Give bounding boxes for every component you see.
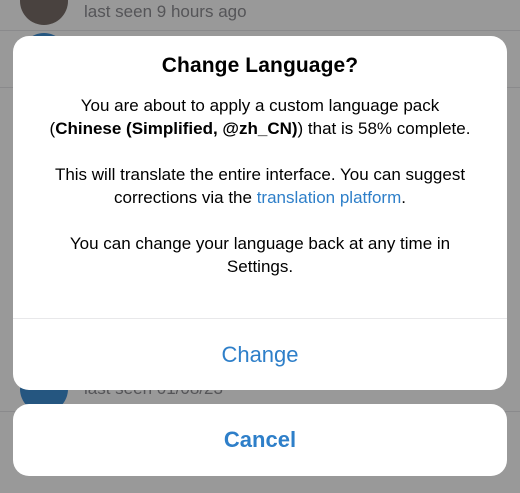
alert-message: You are about to apply a custom language… bbox=[43, 94, 477, 278]
message-text: ) that is 58% complete. bbox=[297, 119, 471, 138]
alert-message-paragraph: You can change your language back at any… bbox=[69, 234, 451, 276]
cancel-button[interactable]: Cancel bbox=[13, 404, 507, 476]
message-text: . bbox=[401, 188, 406, 207]
alert-dialog: Change Language? You are about to apply … bbox=[13, 36, 507, 390]
language-name: Chinese (Simplified, @zh_CN) bbox=[55, 119, 298, 138]
alert-message-paragraph: You are about to apply a custom language… bbox=[43, 94, 477, 140]
change-button[interactable]: Change bbox=[13, 319, 507, 390]
alert-title: Change Language? bbox=[161, 54, 359, 77]
alert-message-paragraph: This will translate the entire interface… bbox=[43, 163, 477, 209]
translation-platform-link[interactable]: translation platform bbox=[257, 188, 402, 207]
